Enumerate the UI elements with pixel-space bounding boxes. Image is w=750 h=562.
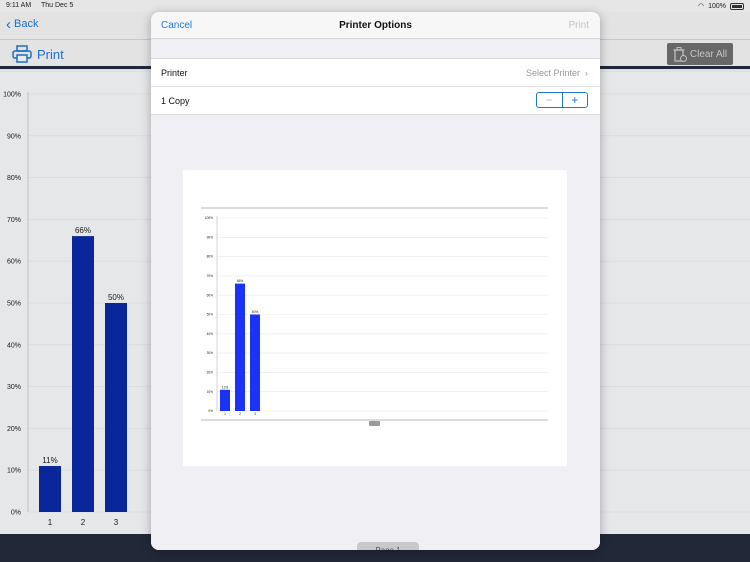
select-printer-label: Select Printer [525,68,580,78]
dialog-print-button[interactable]: Print [568,20,589,31]
copies-label: 1 Copy [161,96,190,106]
dialog-title: Printer Options [339,20,412,31]
copies-stepper[interactable]: − + [536,92,588,108]
preview-bar-chart: 0% 10% 20% 30% 40% 50% 60% 70% 80% 90% 100% 11% 1 66%… [201,207,548,426]
y-tick-label: 60% [207,293,214,297]
print-preview-area: 0% 10% 20% 30% 40% 50% 60% 70% 80% 90% 100% 11% 1 66%… [151,116,600,550]
page-indicator: Page 1 [357,542,419,550]
bar-value-label: 11% [222,385,228,389]
y-tick-label: 20% [207,371,214,375]
bar-value-label: 66% [237,279,244,283]
x-tick-label: 1 [224,412,226,416]
x-tick-label: 2 [239,412,241,416]
y-tick-label: 70% [207,274,214,278]
printer-label: Printer [161,68,188,78]
y-tick-label: 0% [208,409,213,413]
printer-row[interactable]: Printer Select Printer › [151,59,600,87]
chevron-right-icon: › [585,68,588,78]
y-tick-label: 10% [207,390,214,394]
y-tick-label: 40% [207,332,214,336]
increment-button[interactable]: + [563,93,588,107]
dialog-header: Cancel Printer Options Print [151,12,600,39]
preview-scroll-indicator [369,421,380,426]
y-tick-label: 90% [207,235,214,239]
bar [250,314,260,411]
y-tick-label: 30% [207,351,214,355]
y-tick-label: 50% [207,313,214,317]
bar-value-label: 50% [252,310,259,314]
copies-row: 1 Copy − + [151,87,600,115]
printer-value: Select Printer › [526,68,588,78]
y-tick-label: 80% [207,255,214,259]
decrement-button[interactable]: − [537,93,563,107]
printer-options-list: Printer Select Printer › 1 Copy − + [151,58,600,115]
y-tick-label: 100% [205,216,213,220]
bar [220,389,230,411]
bar [235,283,245,411]
preview-page[interactable]: 0% 10% 20% 30% 40% 50% 60% 70% 80% 90% 100% 11% 1 66%… [183,170,567,466]
printer-options-dialog: Cancel Printer Options Print Printer Sel… [151,12,600,550]
x-tick-label: 3 [254,412,256,416]
